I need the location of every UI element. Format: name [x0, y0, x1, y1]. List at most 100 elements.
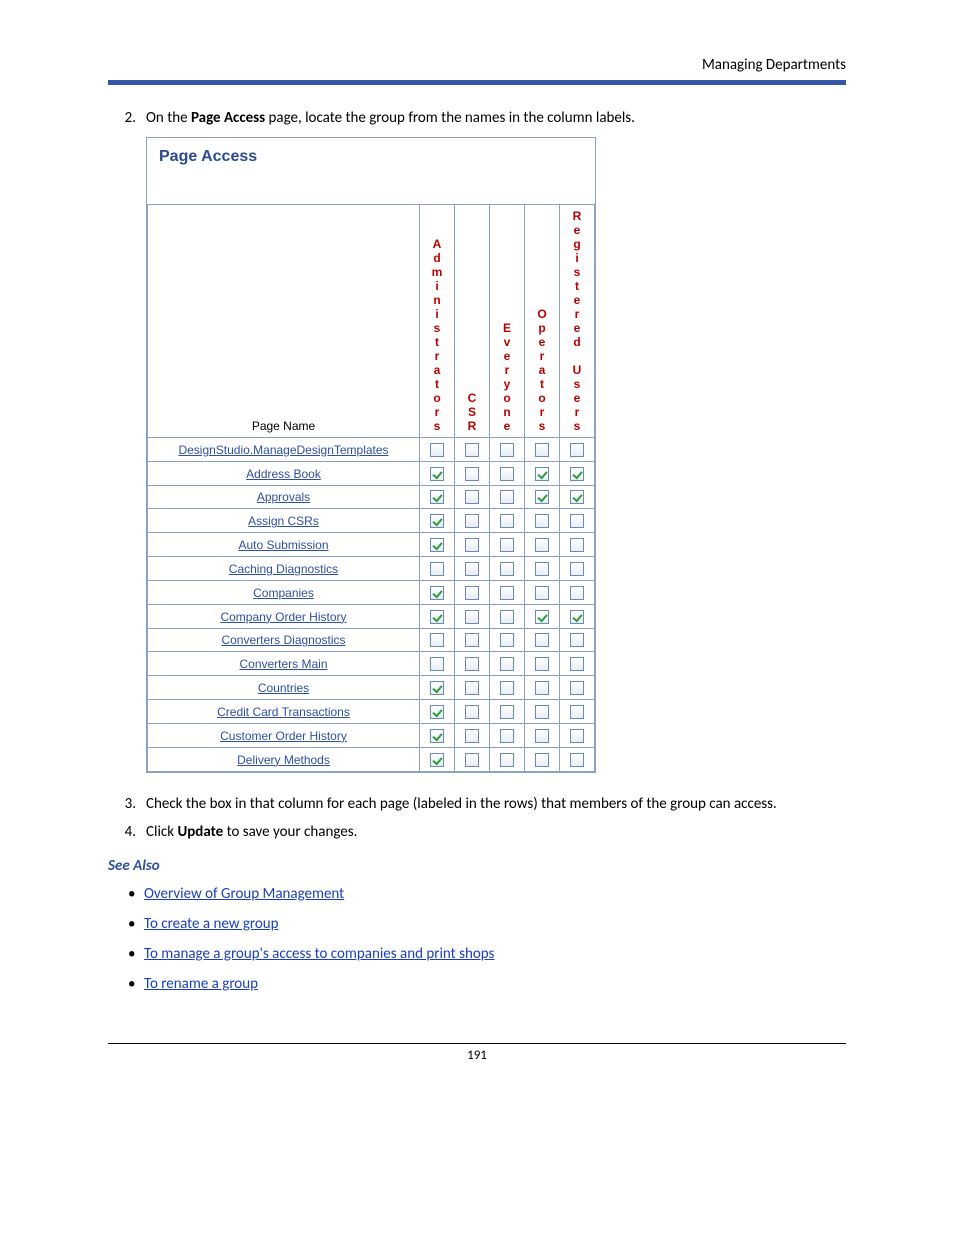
access-checkbox[interactable] [500, 753, 514, 767]
access-checkbox[interactable] [535, 729, 549, 743]
see-also-link[interactable]: Overview of Group Management [144, 885, 344, 903]
access-checkbox[interactable] [465, 681, 479, 695]
access-checkbox[interactable] [535, 753, 549, 767]
see-also-link[interactable]: To create a new group [144, 915, 279, 933]
access-checkbox[interactable] [430, 681, 444, 695]
access-checkbox[interactable] [535, 538, 549, 552]
page-link[interactable]: Auto Submission [238, 538, 328, 552]
access-checkbox[interactable] [570, 586, 584, 600]
page-link[interactable]: Companies [253, 586, 314, 600]
access-checkbox[interactable] [430, 729, 444, 743]
access-checkbox[interactable] [500, 705, 514, 719]
table-row: DesignStudio.ManageDesignTemplates [148, 438, 595, 462]
access-checkbox[interactable] [465, 514, 479, 528]
access-checkbox[interactable] [500, 729, 514, 743]
access-checkbox[interactable] [465, 610, 479, 624]
access-checkbox[interactable] [465, 729, 479, 743]
access-checkbox[interactable] [500, 562, 514, 576]
see-also-link[interactable]: To manage a group's access to companies … [144, 945, 494, 963]
access-checkbox[interactable] [570, 490, 584, 504]
page-link[interactable]: DesignStudio.ManageDesignTemplates [178, 443, 388, 457]
access-checkbox[interactable] [535, 681, 549, 695]
access-checkbox[interactable] [535, 562, 549, 576]
step-3-number: 3. [108, 795, 146, 813]
access-checkbox[interactable] [535, 705, 549, 719]
column-header: O p e r a t o r s [525, 205, 560, 438]
page-link[interactable]: Countries [258, 681, 309, 695]
page-link[interactable]: Address Book [246, 467, 321, 481]
page-link[interactable]: Caching Diagnostics [229, 562, 338, 576]
access-checkbox[interactable] [500, 586, 514, 600]
access-checkbox[interactable] [570, 681, 584, 695]
access-checkbox[interactable] [535, 490, 549, 504]
access-checkbox[interactable] [570, 443, 584, 457]
access-checkbox[interactable] [430, 610, 444, 624]
checkbox-cell [560, 485, 595, 509]
checkbox-cell [490, 700, 525, 724]
access-checkbox[interactable] [500, 657, 514, 671]
access-checkbox[interactable] [535, 610, 549, 624]
access-checkbox[interactable] [430, 633, 444, 647]
page-link[interactable]: Converters Diagnostics [221, 633, 345, 647]
page-link[interactable]: Delivery Methods [237, 753, 330, 767]
access-checkbox[interactable] [570, 467, 584, 481]
access-checkbox[interactable] [430, 514, 444, 528]
access-checkbox[interactable] [465, 490, 479, 504]
see-also-link[interactable]: To rename a group [144, 975, 258, 993]
access-checkbox[interactable] [535, 633, 549, 647]
access-checkbox[interactable] [535, 586, 549, 600]
access-checkbox[interactable] [430, 538, 444, 552]
checkbox-cell [525, 652, 560, 676]
access-checkbox[interactable] [430, 490, 444, 504]
access-checkbox[interactable] [570, 538, 584, 552]
table-row: Delivery Methods [148, 747, 595, 771]
access-checkbox[interactable] [465, 633, 479, 647]
checkbox-cell [455, 700, 490, 724]
access-checkbox[interactable] [430, 467, 444, 481]
access-checkbox[interactable] [570, 562, 584, 576]
access-checkbox[interactable] [570, 753, 584, 767]
access-checkbox[interactable] [535, 657, 549, 671]
access-checkbox[interactable] [430, 705, 444, 719]
page-link[interactable]: Customer Order History [220, 729, 347, 743]
access-checkbox[interactable] [500, 490, 514, 504]
checkbox-cell [420, 676, 455, 700]
page-link[interactable]: Credit Card Transactions [217, 705, 350, 719]
access-checkbox[interactable] [465, 657, 479, 671]
access-checkbox[interactable] [430, 586, 444, 600]
access-checkbox[interactable] [465, 538, 479, 552]
access-checkbox[interactable] [570, 514, 584, 528]
access-checkbox[interactable] [535, 443, 549, 457]
page-name-cell: Converters Diagnostics [148, 628, 420, 652]
checkbox-cell [420, 557, 455, 581]
page-link[interactable]: Approvals [257, 490, 310, 504]
page-link[interactable]: Assign CSRs [248, 514, 319, 528]
access-checkbox[interactable] [500, 538, 514, 552]
access-checkbox[interactable] [430, 443, 444, 457]
access-checkbox[interactable] [535, 514, 549, 528]
access-checkbox[interactable] [430, 657, 444, 671]
page-link[interactable]: Company Order History [220, 610, 346, 624]
checkbox-cell [455, 461, 490, 485]
access-checkbox[interactable] [465, 562, 479, 576]
access-checkbox[interactable] [535, 467, 549, 481]
access-checkbox[interactable] [430, 753, 444, 767]
access-checkbox[interactable] [500, 443, 514, 457]
access-checkbox[interactable] [465, 586, 479, 600]
access-checkbox[interactable] [570, 729, 584, 743]
access-checkbox[interactable] [500, 633, 514, 647]
access-checkbox[interactable] [465, 705, 479, 719]
access-checkbox[interactable] [465, 443, 479, 457]
access-checkbox[interactable] [500, 681, 514, 695]
access-checkbox[interactable] [465, 467, 479, 481]
page-link[interactable]: Converters Main [239, 657, 327, 671]
access-checkbox[interactable] [570, 705, 584, 719]
access-checkbox[interactable] [500, 610, 514, 624]
access-checkbox[interactable] [500, 467, 514, 481]
access-checkbox[interactable] [465, 753, 479, 767]
access-checkbox[interactable] [500, 514, 514, 528]
access-checkbox[interactable] [570, 610, 584, 624]
access-checkbox[interactable] [570, 633, 584, 647]
access-checkbox[interactable] [570, 657, 584, 671]
access-checkbox[interactable] [430, 562, 444, 576]
